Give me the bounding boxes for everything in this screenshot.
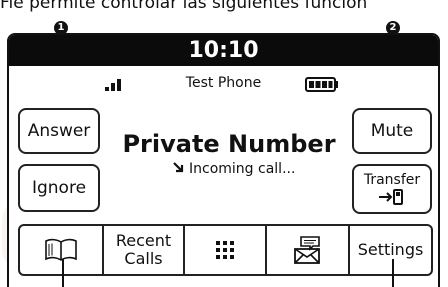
settings-tab[interactable]: Settings xyxy=(350,226,431,274)
clock-bar: 10:10 xyxy=(9,35,438,66)
transfer-label: Transfer xyxy=(363,172,421,188)
bottom-nav-bar: Recent Calls Settings xyxy=(18,224,433,276)
incoming-arrow-icon xyxy=(172,162,183,173)
caller-name: Private Number xyxy=(122,130,336,158)
messages-tab[interactable] xyxy=(267,226,350,274)
transfer-handset-icon xyxy=(379,189,403,205)
mute-button[interactable]: Mute xyxy=(352,108,432,154)
callout-lower-leader-right xyxy=(392,259,394,287)
transfer-button[interactable]: Transfer xyxy=(352,164,432,214)
recent-calls-label-line2: Calls xyxy=(124,249,163,268)
callout-lower-leader-left xyxy=(62,259,64,287)
keypad-icon xyxy=(216,241,234,259)
ignore-button[interactable]: Ignore xyxy=(18,164,100,212)
recent-calls-label-line1: Recent xyxy=(115,231,172,250)
answer-button[interactable]: Answer xyxy=(18,108,100,154)
phone-name: Test Phone xyxy=(185,75,262,91)
book-icon xyxy=(45,238,77,261)
phone-screen: 10:10 Test Phone Answer Ignore Private N… xyxy=(7,33,440,287)
keypad-tab[interactable] xyxy=(185,226,267,274)
battery-icon xyxy=(305,77,338,92)
caption-text: Fie permite controlar las siguientes fun… xyxy=(0,0,368,13)
recent-calls-tab[interactable]: Recent Calls xyxy=(104,226,185,274)
call-status-text: Incoming call... xyxy=(189,161,296,177)
call-status: Incoming call... xyxy=(149,161,319,177)
message-icon xyxy=(293,236,320,264)
status-bar: Test Phone xyxy=(9,75,438,93)
